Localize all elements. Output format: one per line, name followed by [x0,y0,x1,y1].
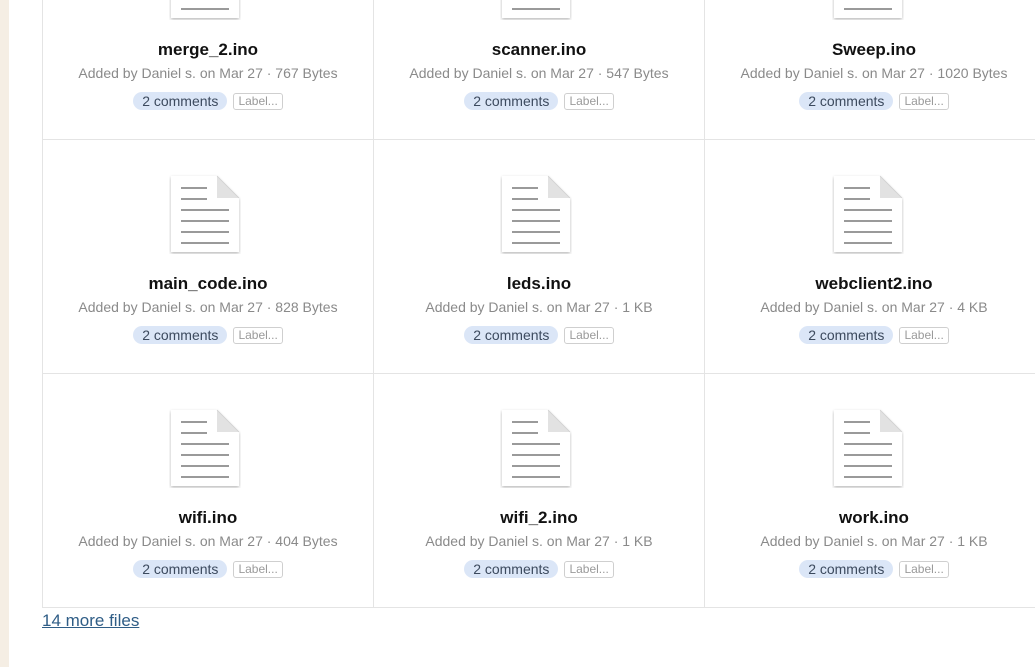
file-name[interactable]: wifi.ino [43,508,373,528]
label-button[interactable]: Label... [899,92,949,110]
comments-badge[interactable]: 2 comments [799,92,894,110]
file-tile[interactable]: main_code.ino Added by Daniel s. on Mar … [43,140,374,374]
left-rail [0,0,9,667]
file-meta: Added by Daniel s. on Mar 27 · 1 KB [425,299,653,315]
comments-badge[interactable]: 2 comments [799,326,894,344]
label-button[interactable]: Label... [233,92,283,110]
file-meta: Added by Daniel s. on Mar 27 · 1 KB [425,533,653,549]
file-tile[interactable]: Sweep.ino Added by Daniel s. on Mar 27 ·… [705,0,1035,140]
label-button[interactable]: Label... [233,560,283,578]
comments-badge[interactable]: 2 comments [133,560,228,578]
file-tile[interactable]: work.ino Added by Daniel s. on Mar 27 · … [705,374,1035,608]
file-name[interactable]: wifi_2.ino [374,508,704,528]
file-name[interactable]: scanner.ino [374,40,704,60]
document-icon[interactable] [169,408,241,488]
document-icon[interactable] [500,408,572,488]
document-icon[interactable] [832,174,904,254]
file-meta: Added by Daniel s. on Mar 27 · 547 Bytes [409,65,669,81]
comments-badge[interactable]: 2 comments [133,326,228,344]
file-tile[interactable]: webclient2.ino Added by Daniel s. on Mar… [705,140,1035,374]
file-name[interactable]: merge_2.ino [43,40,373,60]
file-tile[interactable]: wifi_2.ino Added by Daniel s. on Mar 27 … [374,374,705,608]
comments-badge[interactable]: 2 comments [464,92,559,110]
document-icon[interactable] [169,0,241,20]
file-meta: Added by Daniel s. on Mar 27 · 404 Bytes [78,533,338,549]
file-meta: Added by Daniel s. on Mar 27 · 767 Bytes [78,65,338,81]
label-button[interactable]: Label... [233,326,283,344]
more-files-link[interactable]: 14 more files [42,611,139,631]
file-name[interactable]: webclient2.ino [705,274,1035,294]
file-name[interactable]: leds.ino [374,274,704,294]
document-icon[interactable] [832,408,904,488]
document-icon[interactable] [500,174,572,254]
file-name[interactable]: Sweep.ino [705,40,1035,60]
label-button[interactable]: Label... [564,560,614,578]
document-icon[interactable] [169,174,241,254]
file-meta: Added by Daniel s. on Mar 27 · 1 KB [760,533,988,549]
comments-badge[interactable]: 2 comments [799,560,894,578]
comments-badge[interactable]: 2 comments [464,326,559,344]
file-name[interactable]: main_code.ino [43,274,373,294]
comments-badge[interactable]: 2 comments [133,92,228,110]
file-grid: merge_2.ino Added by Daniel s. on Mar 27… [42,0,1035,608]
document-icon[interactable] [832,0,904,20]
label-button[interactable]: Label... [899,560,949,578]
label-button[interactable]: Label... [564,92,614,110]
file-tile[interactable]: scanner.ino Added by Daniel s. on Mar 27… [374,0,705,140]
document-icon[interactable] [500,0,572,20]
label-button[interactable]: Label... [899,326,949,344]
label-button[interactable]: Label... [564,326,614,344]
file-tile[interactable]: merge_2.ino Added by Daniel s. on Mar 27… [43,0,374,140]
file-name[interactable]: work.ino [705,508,1035,528]
comments-badge[interactable]: 2 comments [464,560,559,578]
file-meta: Added by Daniel s. on Mar 27 · 1020 Byte… [740,65,1008,81]
file-meta: Added by Daniel s. on Mar 27 · 4 KB [760,299,988,315]
file-meta: Added by Daniel s. on Mar 27 · 828 Bytes [78,299,338,315]
file-tile[interactable]: leds.ino Added by Daniel s. on Mar 27 · … [374,140,705,374]
file-tile[interactable]: wifi.ino Added by Daniel s. on Mar 27 · … [43,374,374,608]
